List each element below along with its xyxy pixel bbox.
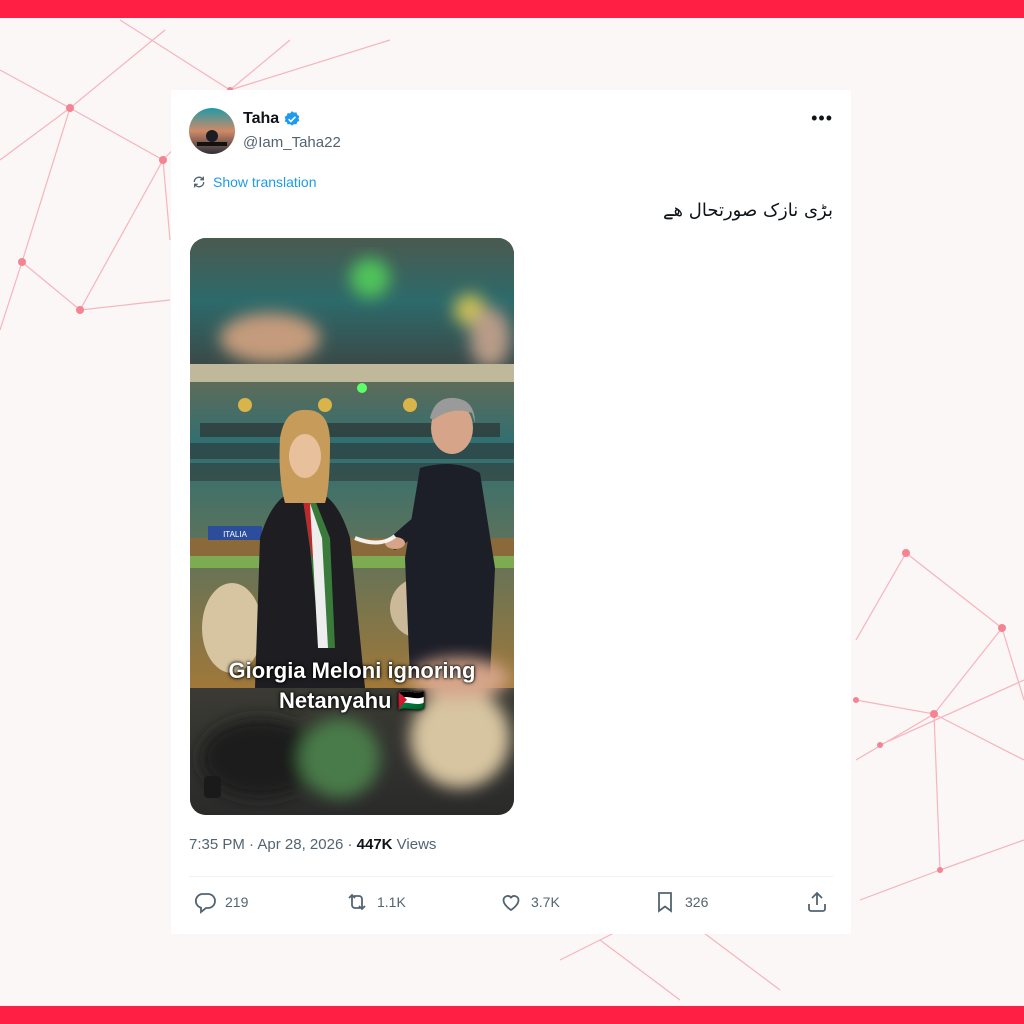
repost-button[interactable]: 1.1K — [345, 890, 406, 914]
share-icon — [808, 891, 826, 912]
share-button[interactable] — [805, 890, 829, 914]
like-button[interactable]: 3.7K — [499, 890, 560, 914]
video-caption-line2: Netanyahu 🇵🇸 — [279, 688, 425, 713]
mute-icon[interactable] — [204, 776, 221, 798]
action-bar: 219 1.1K 3.7K 326 — [189, 890, 833, 918]
tweet-time[interactable]: 7:35 PM — [189, 836, 245, 853]
verified-badge-icon — [284, 111, 300, 126]
bookmark-button[interactable]: 326 — [653, 890, 708, 914]
video-caption-line1: Giorgia Meloni ignoring — [228, 658, 476, 683]
translate-icon — [193, 176, 205, 188]
repost-count: 1.1K — [377, 894, 406, 910]
views-label: Views — [396, 836, 437, 853]
bookmark-icon — [658, 892, 672, 913]
tweet-card: Taha @Iam_Taha22 ••• Show translation بڑ… — [171, 90, 851, 934]
bookmark-count: 326 — [685, 894, 709, 910]
tweet-text: بڑی نازک صورتحال ھے — [663, 200, 833, 221]
tweet-date[interactable]: Apr 28, 2026 — [257, 836, 343, 853]
more-icon[interactable]: ••• — [811, 108, 833, 129]
heart-icon — [502, 895, 520, 912]
reply-count: 219 — [225, 894, 249, 910]
reply-button[interactable]: 219 — [193, 890, 248, 914]
reply-icon — [194, 893, 216, 914]
desk-label: ITALIA — [223, 530, 248, 539]
tweet-meta: 7:35 PM · Apr 28, 2026 · 447K Views — [189, 836, 437, 853]
display-name[interactable]: Taha — [243, 110, 301, 128]
like-count: 3.7K — [531, 894, 560, 910]
avatar[interactable] — [189, 108, 235, 154]
user-handle[interactable]: @Iam_Taha22 — [243, 134, 341, 151]
views-count: 447K — [356, 836, 393, 853]
divider — [189, 876, 833, 877]
video-media[interactable]: ITALIA Giorgia Meloni ignoring Netanyahu… — [190, 238, 514, 815]
display-name-text: Taha — [243, 110, 280, 127]
video-frame: ITALIA — [190, 238, 514, 815]
show-translation-link[interactable]: Show translation — [191, 174, 317, 190]
show-translation-label: Show translation — [213, 174, 317, 190]
repost-icon — [348, 893, 366, 911]
